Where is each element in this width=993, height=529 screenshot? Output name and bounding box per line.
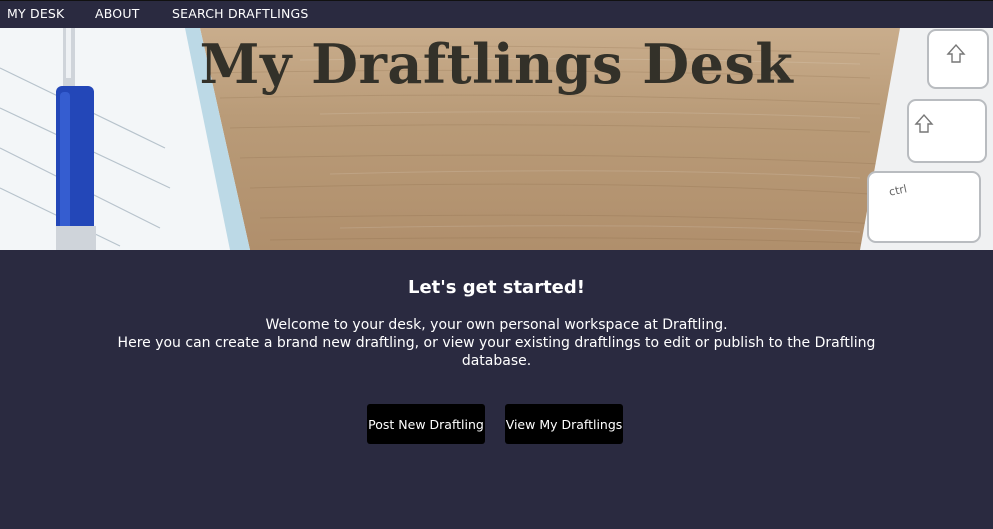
hero-banner: ctrl My Draftlings Desk bbox=[0, 28, 993, 250]
nav-about[interactable]: ABOUT bbox=[95, 6, 140, 21]
view-my-draftlings-button[interactable]: View My Draftlings bbox=[505, 404, 623, 444]
welcome-heading: Let's get started! bbox=[408, 277, 585, 298]
intro-line-2: Here you can create a brand new draftlin… bbox=[117, 335, 876, 369]
page-title: My Draftlings Desk bbox=[199, 32, 794, 96]
intro-line-1: Welcome to your desk, your own personal … bbox=[265, 317, 728, 333]
post-new-draftling-button[interactable]: Post New Draftling bbox=[367, 404, 485, 444]
nav-search-draftlings[interactable]: SEARCH DRAFTLINGS bbox=[172, 6, 309, 21]
nav-my-desk[interactable]: MY DESK bbox=[7, 6, 64, 21]
top-nav: MY DESK ABOUT SEARCH DRAFTLINGS bbox=[0, 0, 993, 28]
page: MY DESK ABOUT SEARCH DRAFTLINGS ctrl My … bbox=[0, 0, 993, 529]
intro-text: Welcome to your desk, your own personal … bbox=[110, 316, 883, 370]
